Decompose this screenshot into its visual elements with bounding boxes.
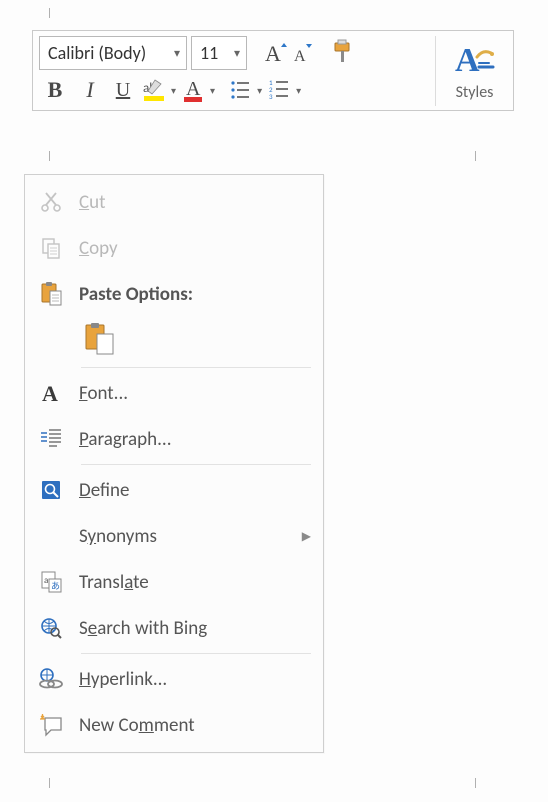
chevron-down-icon[interactable]: ▾ — [169, 84, 176, 97]
font-icon: A — [39, 381, 63, 405]
menu-item-new-comment[interactable]: New Comment — [27, 702, 321, 748]
svg-text:あ: あ — [51, 581, 60, 592]
paste-icon — [38, 281, 64, 307]
font-name-input[interactable] — [40, 42, 168, 64]
bullets-icon — [229, 78, 253, 102]
svg-text:A: A — [455, 42, 480, 79]
underline-icon: U — [116, 79, 130, 102]
svg-text:A: A — [186, 78, 201, 100]
context-menu: Cut Copy Paste Options: — [24, 174, 324, 753]
format-painter-button[interactable] — [329, 37, 359, 69]
paste-options-row — [27, 317, 321, 365]
menu-label: Paragraph... — [79, 428, 311, 451]
svg-text:A: A — [42, 381, 58, 405]
numbering-icon: 1 2 3 — [268, 78, 292, 102]
paste-keep-source-icon — [84, 322, 116, 356]
menu-label: Define — [79, 479, 311, 502]
paragraph-icon — [39, 427, 63, 451]
menu-label: Copy — [79, 237, 311, 260]
menu-item-synonyms[interactable]: Synonyms ▶ — [27, 513, 321, 559]
numbering-button[interactable]: 1 2 3 — [266, 74, 294, 106]
menu-label: Synonyms — [79, 525, 290, 548]
search-web-icon — [39, 616, 63, 640]
menu-label: Font... — [79, 382, 311, 405]
grow-font-icon: A — [261, 39, 289, 67]
bullets-button[interactable] — [227, 74, 255, 106]
font-size-combo[interactable]: ▾ — [191, 36, 247, 70]
submenu-arrow-icon: ▶ — [302, 529, 311, 544]
menu-item-search-bing[interactable]: Search with Bing — [27, 605, 321, 651]
hyperlink-icon — [38, 667, 64, 691]
styles-label: Styles — [456, 83, 494, 102]
chevron-down-icon[interactable]: ▾ — [208, 84, 215, 97]
format-painter-icon — [329, 38, 359, 68]
menu-item-translate[interactable]: a あ Translate — [27, 559, 321, 605]
paste-keep-source-button[interactable] — [79, 319, 121, 359]
menu-item-define[interactable]: Define — [27, 467, 321, 513]
menu-item-font[interactable]: A Font... — [27, 370, 321, 416]
italic-button[interactable]: I — [75, 74, 105, 106]
chevron-down-icon[interactable]: ▾ — [228, 46, 246, 61]
bold-button[interactable]: B — [39, 74, 71, 106]
new-comment-icon — [38, 713, 64, 737]
menu-label: Hyperlink... — [79, 668, 311, 691]
shrink-font-icon: A — [290, 39, 316, 67]
chevron-down-icon[interactable]: ▾ — [168, 46, 186, 61]
styles-icon: A — [453, 41, 497, 81]
font-size-input[interactable] — [192, 42, 228, 64]
menu-item-hyperlink[interactable]: Hyperlink... — [27, 656, 321, 702]
menu-label: Paste Options: — [79, 283, 311, 306]
highlight-button[interactable]: ab — [141, 74, 169, 106]
font-color-icon: A — [180, 76, 208, 104]
font-name-combo[interactable]: ▾ — [39, 36, 187, 70]
svg-text:a: a — [44, 575, 48, 586]
menu-item-paste-options[interactable]: Paste Options: — [27, 271, 321, 317]
styles-button[interactable]: A Styles — [435, 36, 507, 106]
grow-font-button[interactable]: A — [261, 37, 289, 69]
menu-label: Cut — [79, 191, 311, 214]
svg-text:A: A — [265, 41, 281, 66]
scissors-icon — [39, 190, 63, 214]
mini-toolbar: ▾ ▾ A A — [32, 30, 514, 111]
menu-label: New Comment — [79, 714, 311, 737]
svg-text:3: 3 — [269, 92, 273, 101]
chevron-down-icon[interactable]: ▾ — [255, 84, 262, 97]
underline-button[interactable]: U — [109, 74, 137, 106]
menu-label: Translate — [79, 571, 311, 594]
menu-item-cut: Cut — [27, 179, 321, 225]
define-icon — [39, 478, 63, 502]
translate-icon: a あ — [39, 570, 63, 594]
copy-icon — [39, 236, 63, 260]
menu-label: Search with Bing — [79, 617, 311, 640]
menu-item-paragraph[interactable]: Paragraph... — [27, 416, 321, 462]
font-color-button[interactable]: A — [180, 74, 208, 106]
menu-item-copy: Copy — [27, 225, 321, 271]
svg-text:A: A — [294, 48, 306, 65]
highlight-icon: ab — [141, 76, 169, 104]
chevron-down-icon[interactable]: ▾ — [294, 84, 301, 97]
shrink-font-button[interactable]: A — [289, 37, 317, 69]
